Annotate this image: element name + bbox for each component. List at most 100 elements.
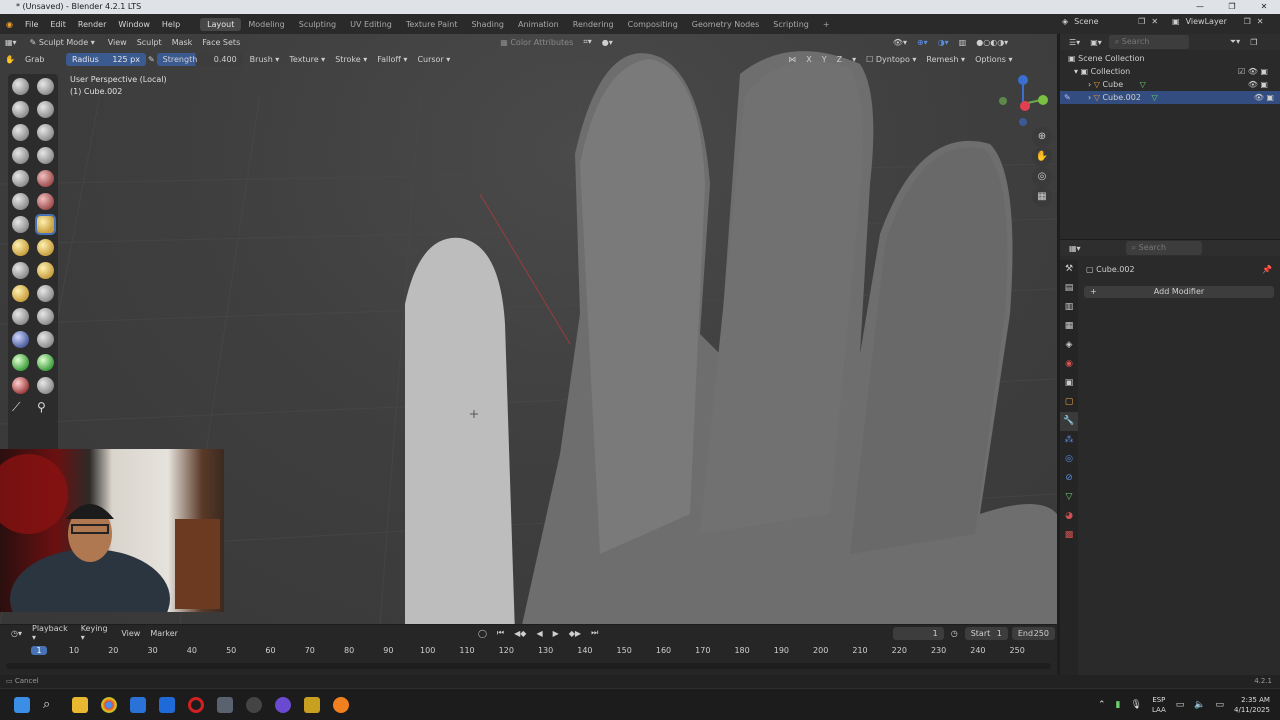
clock[interactable]: 2:35 AM 4/11/2025 [1234, 695, 1270, 715]
minimize-button[interactable]: — [1184, 0, 1216, 14]
filter-icon[interactable]: ⏷▾ [1225, 37, 1245, 47]
data-tab-icon[interactable]: ▽ [1060, 488, 1078, 507]
tool-tab-icon[interactable]: ⚒ [1060, 260, 1078, 279]
jump-keyframe-forward-icon[interactable]: ◆▶ [564, 629, 586, 638]
remesh-menu[interactable]: Remesh ▾ [921, 55, 970, 64]
visibility-icon[interactable]: 👁▾ [888, 38, 912, 47]
thumb-brush-icon[interactable] [12, 262, 29, 279]
menu-face-sets[interactable]: Face Sets [197, 38, 245, 47]
add-workspace-button[interactable]: + [816, 18, 837, 31]
inflate-brush-icon[interactable] [12, 147, 29, 164]
grab-brush-icon[interactable] [35, 214, 56, 235]
editor-type-icon[interactable]: ▦▾ [0, 38, 22, 47]
menu-help[interactable]: Help [156, 20, 186, 29]
preview-range-icon[interactable]: ◷ [946, 629, 963, 638]
multires-displacement-smear-icon[interactable] [37, 377, 54, 394]
color-attributes-menu[interactable]: ▦ Color Attributes [495, 38, 578, 47]
clay-thumb-brush-icon[interactable] [12, 124, 29, 141]
volume-icon[interactable]: 🔈 [1194, 700, 1205, 710]
output-tab-icon[interactable]: ▥ [1060, 298, 1078, 317]
scene-name[interactable]: Scene [1074, 17, 1132, 26]
menu-file[interactable]: File [19, 20, 44, 29]
view-layer-name[interactable]: ViewLayer [1186, 17, 1238, 26]
smear-brush-icon[interactable]: ⚲ [37, 400, 54, 417]
outliner-editor-icon[interactable]: ☰▾ [1064, 38, 1085, 47]
auto-keying-icon[interactable]: ◯ [473, 629, 492, 638]
menu-view[interactable]: View [103, 38, 132, 47]
constraints-tab-icon[interactable]: ⊘ [1060, 469, 1078, 488]
windows-start-icon[interactable] [14, 697, 30, 713]
navigation-gizmo[interactable] [995, 74, 1051, 130]
menu-mask[interactable]: Mask [167, 38, 198, 47]
add-modifier-button[interactable]: + Add Modifier [1084, 286, 1274, 298]
proportional-icon[interactable]: ●▾ [597, 38, 618, 47]
tab-modeling[interactable]: Modeling [241, 18, 291, 31]
object-tab-icon[interactable]: ▢ [1060, 393, 1078, 412]
outliner-scene-collection[interactable]: ▣ Scene Collection [1068, 52, 1145, 65]
jump-end-icon[interactable]: ⏭ [586, 628, 603, 638]
strength-field[interactable]: Strength 0.400 [156, 52, 243, 66]
timeline-scrollbar[interactable] [6, 663, 1051, 669]
menu-stroke[interactable]: Stroke ▾ [330, 55, 372, 64]
current-frame-field[interactable]: 1 [893, 626, 944, 640]
particles-tab-icon[interactable]: ⁂ [1060, 431, 1078, 450]
render-tab-icon[interactable]: ▤ [1060, 279, 1078, 298]
outliner-item-cube[interactable]: › ▽ Cube ▽ 👁 ▣ [1088, 78, 1274, 91]
microsoft-store-icon[interactable] [130, 697, 146, 713]
texture-tab-icon[interactable]: ▩ [1060, 526, 1078, 545]
snake-hook-brush-icon[interactable] [37, 239, 54, 256]
menu-marker[interactable]: Marker [145, 629, 183, 638]
play-reverse-icon[interactable]: ◀ [531, 629, 547, 638]
dyntopo-checkbox[interactable]: ☐ Dyntopo ▾ [861, 55, 921, 64]
flatten-brush-icon[interactable] [12, 193, 29, 210]
draw-face-sets-brush-icon[interactable] [37, 354, 54, 371]
fill-brush-icon[interactable] [37, 193, 54, 210]
pin-icon[interactable]: 📌 [1262, 263, 1272, 276]
slide-relax-brush-icon[interactable] [12, 308, 29, 325]
snapping-icon[interactable]: ⌗▾ [578, 37, 597, 47]
file-explorer-icon[interactable] [72, 697, 88, 713]
new-view-layer-icon[interactable]: ❐ [1244, 17, 1251, 26]
shading-solid-icon[interactable]: ●○◐◑▾ [971, 38, 1013, 47]
mode-select[interactable]: ✎ Sculpt Mode ▾ [23, 35, 101, 49]
menu-cursor[interactable]: Cursor ▾ [412, 55, 455, 64]
clay-strips-brush-icon[interactable] [37, 101, 54, 118]
options-menu[interactable]: Options ▾ [970, 55, 1017, 64]
search-icon[interactable]: ⌕ [43, 697, 59, 713]
tab-geometry-nodes[interactable]: Geometry Nodes [685, 18, 766, 31]
network-icon[interactable]: ▭ [1176, 700, 1185, 710]
blob-brush-icon[interactable] [37, 147, 54, 164]
axis-z[interactable]: Z [832, 55, 847, 64]
modifier-tab-icon[interactable]: 🔧 [1060, 412, 1078, 431]
view-layer-tab-icon[interactable]: ▦ [1060, 317, 1078, 336]
menu-window[interactable]: Window [112, 20, 156, 29]
opera-icon[interactable] [188, 697, 204, 713]
radius-field[interactable]: Radius 125 px [65, 52, 146, 66]
menu-view-timeline[interactable]: View [116, 629, 145, 638]
nudge-brush-icon[interactable] [12, 285, 29, 302]
outliner-item-cube-002[interactable]: ✎ › ▽ Cube.002 ▽ 👁 ▣ [1060, 91, 1280, 104]
new-scene-icon[interactable]: ❐ [1138, 17, 1145, 26]
tray-app-icon[interactable]: ▮ [1116, 700, 1121, 710]
menu-playback[interactable]: Playback ▾ [27, 624, 76, 642]
xray-icon[interactable]: ▥ [954, 38, 972, 47]
draw-sharp-brush-icon[interactable] [37, 78, 54, 95]
timeline-ruler[interactable]: 1 10 20 30 40 50 60 70 80 90 100 110 120 130 140 150 160… [0, 645, 1057, 659]
tab-compositing[interactable]: Compositing [621, 18, 685, 31]
paint-brush-icon[interactable]: ⟋ [12, 400, 29, 417]
delete-view-layer-icon[interactable]: ✕ [1257, 17, 1264, 26]
menu-falloff[interactable]: Falloff ▾ [372, 55, 412, 64]
rotate-brush-icon[interactable] [37, 285, 54, 302]
clay-brush-icon[interactable] [12, 101, 29, 118]
start-frame-field[interactable]: Start 1 [964, 626, 1008, 640]
overlay-toggle-icon[interactable]: ◑▾ [933, 38, 954, 47]
cloth-brush-icon[interactable] [12, 331, 29, 348]
jump-start-icon[interactable]: ⏮ [492, 628, 509, 638]
timeline-editor-icon[interactable]: ◷▾ [6, 629, 27, 638]
elastic-deform-brush-icon[interactable] [12, 239, 29, 256]
menu-edit[interactable]: Edit [44, 20, 72, 29]
layer-brush-icon[interactable] [37, 124, 54, 141]
properties-editor-icon[interactable]: ▦▾ [1064, 244, 1086, 253]
crease-brush-icon[interactable] [12, 170, 29, 187]
pose-brush-icon[interactable] [37, 262, 54, 279]
